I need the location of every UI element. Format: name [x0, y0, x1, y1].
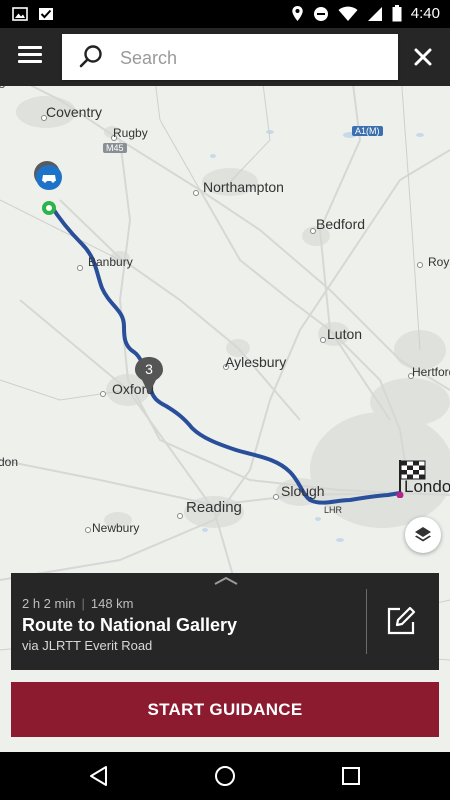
layers-icon	[415, 527, 431, 542]
edit-icon	[387, 606, 416, 635]
route-summary-card[interactable]: 2 h 2 min | 148 km Route to National Gal…	[11, 573, 439, 670]
back-icon[interactable]	[87, 764, 111, 788]
battery-icon	[392, 5, 402, 22]
map-label-rugby: Rugby	[113, 126, 148, 140]
top-bar	[0, 28, 450, 86]
origin-pin[interactable]	[33, 160, 65, 218]
status-bar: 4:40	[0, 0, 450, 28]
map-label-luton: Luton	[327, 326, 363, 342]
check-notification-icon	[39, 8, 53, 20]
route-title: Route to National Gallery	[22, 615, 238, 635]
route-meta: 2 h 2 min | 148 km	[22, 596, 134, 611]
gallery-notification-icon	[12, 7, 28, 21]
search-box[interactable]	[62, 34, 398, 80]
destination-flag-icon[interactable]	[396, 458, 428, 498]
route-duration: 2 h 2 min	[22, 596, 76, 611]
search-input[interactable]	[118, 43, 382, 73]
minor-roads	[0, 39, 450, 661]
hamburger-icon-line	[18, 46, 42, 49]
search-icon	[79, 45, 102, 68]
map-label-heathrow: LHR	[324, 505, 343, 515]
route-via: via JLRTT Everit Road	[22, 638, 153, 653]
road-shield-m45: M45	[103, 143, 127, 153]
system-navigation-bar	[0, 752, 450, 800]
map-label-reading: Reading	[186, 499, 242, 516]
waypoint-number: 3	[145, 361, 153, 377]
map-label-newbury: Newbury	[92, 521, 140, 535]
route-meta-separator: |	[81, 596, 85, 611]
do-not-disturb-icon	[313, 6, 328, 21]
urban-areas	[16, 96, 450, 528]
map-label-royston: Roys	[428, 255, 450, 269]
close-icon	[414, 48, 432, 66]
map-label-banbury: Banbury	[88, 255, 133, 269]
signal-icon	[367, 6, 382, 21]
map-label-northampton: Northampton	[203, 179, 284, 195]
home-icon[interactable]	[213, 764, 237, 788]
divider	[366, 589, 367, 654]
map-layers-button[interactable]	[405, 517, 441, 553]
map-label-aylesbury: Aylesbury	[225, 354, 287, 370]
chevron-up-icon[interactable]	[214, 576, 238, 586]
location-icon	[292, 6, 303, 21]
hamburger-icon-line	[18, 53, 42, 56]
road-shield-a1m: A1(M)	[352, 126, 383, 136]
menu-button[interactable]	[12, 42, 48, 72]
map-label-swindon: don	[0, 455, 19, 469]
map-label-bedford: Bedford	[316, 216, 366, 232]
map-label-slough: Slough	[281, 483, 325, 499]
status-time: 4:40	[410, 5, 440, 22]
map-label-coventry: Coventry	[46, 104, 103, 120]
edit-route-button[interactable]	[383, 603, 419, 639]
recents-icon[interactable]	[339, 764, 363, 788]
wifi-icon	[338, 6, 358, 21]
start-guidance-button[interactable]: START GUIDANCE	[11, 682, 439, 737]
map-label-hertford: Hertford	[412, 365, 450, 379]
waypoint-marker[interactable]: 3	[134, 356, 164, 396]
close-button[interactable]	[408, 42, 438, 72]
route-distance: 148 km	[90, 596, 134, 611]
hamburger-icon-line	[18, 60, 42, 63]
